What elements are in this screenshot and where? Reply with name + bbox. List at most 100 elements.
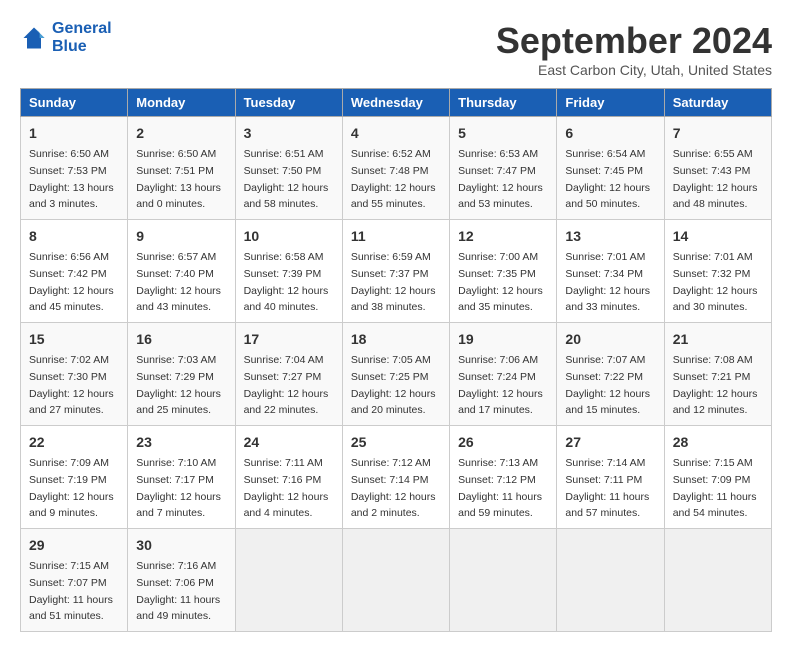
day-cell: 22 Sunrise: 7:09 AMSunset: 7:19 PMDayligh… [21, 426, 128, 529]
sunrise-info: Sunrise: 7:12 AMSunset: 7:14 PMDaylight:… [351, 457, 436, 519]
sunrise-info: Sunrise: 7:07 AMSunset: 7:22 PMDaylight:… [565, 354, 650, 416]
day-number: 8 [29, 226, 119, 247]
sunrise-info: Sunrise: 6:59 AMSunset: 7:37 PMDaylight:… [351, 251, 436, 313]
day-number: 28 [673, 432, 763, 453]
header-cell-monday: Monday [128, 89, 235, 117]
sunrise-info: Sunrise: 6:56 AMSunset: 7:42 PMDaylight:… [29, 251, 114, 313]
day-cell [235, 529, 342, 632]
day-cell: 19 Sunrise: 7:06 AMSunset: 7:24 PMDayligh… [450, 323, 557, 426]
day-cell: 3 Sunrise: 6:51 AMSunset: 7:50 PMDaylight… [235, 117, 342, 220]
day-number: 27 [565, 432, 655, 453]
day-cell: 24 Sunrise: 7:11 AMSunset: 7:16 PMDayligh… [235, 426, 342, 529]
day-number: 3 [244, 123, 334, 144]
day-number: 17 [244, 329, 334, 350]
day-cell: 17 Sunrise: 7:04 AMSunset: 7:27 PMDayligh… [235, 323, 342, 426]
sunrise-info: Sunrise: 7:16 AMSunset: 7:06 PMDaylight:… [136, 560, 220, 622]
day-number: 23 [136, 432, 226, 453]
day-cell: 30 Sunrise: 7:16 AMSunset: 7:06 PMDayligh… [128, 529, 235, 632]
day-number: 22 [29, 432, 119, 453]
day-cell: 4 Sunrise: 6:52 AMSunset: 7:48 PMDaylight… [342, 117, 449, 220]
day-number: 19 [458, 329, 548, 350]
day-cell: 7 Sunrise: 6:55 AMSunset: 7:43 PMDaylight… [664, 117, 771, 220]
sunrise-info: Sunrise: 6:57 AMSunset: 7:40 PMDaylight:… [136, 251, 221, 313]
day-cell: 26Sunrise: 7:13 AMSunset: 7:12 PMDayligh… [450, 426, 557, 529]
page-header: General Blue September 2024 East Carbon … [20, 20, 772, 78]
week-row-1: 1Sunrise: 6:50 AMSunset: 7:53 PMDaylight… [21, 117, 772, 220]
sunrise-info: Sunrise: 7:10 AMSunset: 7:17 PMDaylight:… [136, 457, 221, 519]
day-cell: 29 Sunrise: 7:15 AMSunset: 7:07 PMDayligh… [21, 529, 128, 632]
day-cell: 11 Sunrise: 6:59 AMSunset: 7:37 PMDayligh… [342, 220, 449, 323]
day-number: 30 [136, 535, 226, 556]
sunrise-info: Sunrise: 6:55 AMSunset: 7:43 PMDaylight:… [673, 148, 758, 210]
calendar-table: SundayMondayTuesdayWednesdayThursdayFrid… [20, 88, 772, 632]
day-cell: 20 Sunrise: 7:07 AMSunset: 7:22 PMDayligh… [557, 323, 664, 426]
day-number: 13 [565, 226, 655, 247]
day-number: 20 [565, 329, 655, 350]
logo: General Blue [20, 20, 112, 55]
day-cell: 10Sunrise: 6:58 AMSunset: 7:39 PMDayligh… [235, 220, 342, 323]
day-cell: 8 Sunrise: 6:56 AMSunset: 7:42 PMDaylight… [21, 220, 128, 323]
day-number: 29 [29, 535, 119, 556]
day-number: 9 [136, 226, 226, 247]
day-number: 10 [244, 226, 334, 247]
logo-text-blue: Blue [52, 38, 87, 55]
day-number: 21 [673, 329, 763, 350]
sunrise-info: Sunrise: 6:51 AMSunset: 7:50 PMDaylight:… [244, 148, 329, 210]
sunrise-info: Sunrise: 7:14 AMSunset: 7:11 PMDaylight:… [565, 457, 649, 519]
day-number: 2 [136, 123, 226, 144]
day-cell: 13 Sunrise: 7:01 AMSunset: 7:34 PMDayligh… [557, 220, 664, 323]
calendar-body: 1Sunrise: 6:50 AMSunset: 7:53 PMDaylight… [21, 117, 772, 632]
day-number: 16 [136, 329, 226, 350]
sunrise-info: Sunrise: 7:15 AMSunset: 7:09 PMDaylight:… [673, 457, 757, 519]
day-number: 14 [673, 226, 763, 247]
day-cell: 27 Sunrise: 7:14 AMSunset: 7:11 PMDayligh… [557, 426, 664, 529]
day-cell: 2Sunrise: 6:50 AMSunset: 7:51 PMDaylight… [128, 117, 235, 220]
day-number: 12 [458, 226, 548, 247]
week-row-5: 29 Sunrise: 7:15 AMSunset: 7:07 PMDayligh… [21, 529, 772, 632]
calendar-header: SundayMondayTuesdayWednesdayThursdayFrid… [21, 89, 772, 117]
sunrise-info: Sunrise: 6:52 AMSunset: 7:48 PMDaylight:… [351, 148, 436, 210]
day-cell: 18 Sunrise: 7:05 AMSunset: 7:25 PMDayligh… [342, 323, 449, 426]
sunrise-info: Sunrise: 7:09 AMSunset: 7:19 PMDaylight:… [29, 457, 114, 519]
header-cell-tuesday: Tuesday [235, 89, 342, 117]
sunrise-info: Sunrise: 7:06 AMSunset: 7:24 PMDaylight:… [458, 354, 543, 416]
sunrise-info: Sunrise: 7:01 AMSunset: 7:32 PMDaylight:… [673, 251, 758, 313]
logo-text-general: General [52, 20, 112, 37]
sunrise-info: Sunrise: 7:11 AMSunset: 7:16 PMDaylight:… [244, 457, 329, 519]
sunrise-info: Sunrise: 7:01 AMSunset: 7:34 PMDaylight:… [565, 251, 650, 313]
sunrise-info: Sunrise: 7:13 AMSunset: 7:12 PMDaylight:… [458, 457, 542, 519]
day-cell [664, 529, 771, 632]
sunrise-info: Sunrise: 6:53 AMSunset: 7:47 PMDaylight:… [458, 148, 543, 210]
day-cell [342, 529, 449, 632]
header-cell-wednesday: Wednesday [342, 89, 449, 117]
sunrise-info: Sunrise: 7:00 AMSunset: 7:35 PMDaylight:… [458, 251, 543, 313]
sunrise-info: Sunrise: 7:08 AMSunset: 7:21 PMDaylight:… [673, 354, 758, 416]
day-cell: 15Sunrise: 7:02 AMSunset: 7:30 PMDayligh… [21, 323, 128, 426]
day-number: 18 [351, 329, 441, 350]
day-number: 11 [351, 226, 441, 247]
day-cell: 28 Sunrise: 7:15 AMSunset: 7:09 PMDayligh… [664, 426, 771, 529]
day-cell: 25Sunrise: 7:12 AMSunset: 7:14 PMDayligh… [342, 426, 449, 529]
day-number: 24 [244, 432, 334, 453]
header-row: SundayMondayTuesdayWednesdayThursdayFrid… [21, 89, 772, 117]
day-number: 5 [458, 123, 548, 144]
sunrise-info: Sunrise: 7:05 AMSunset: 7:25 PMDaylight:… [351, 354, 436, 416]
month-title: September 2024 [496, 20, 772, 62]
day-cell: 6Sunrise: 6:54 AMSunset: 7:45 PMDaylight… [557, 117, 664, 220]
sunrise-info: Sunrise: 7:15 AMSunset: 7:07 PMDaylight:… [29, 560, 113, 622]
sunrise-info: Sunrise: 6:50 AMSunset: 7:53 PMDaylight:… [29, 148, 114, 210]
logo-text: General Blue [52, 20, 112, 55]
day-cell [557, 529, 664, 632]
header-cell-friday: Friday [557, 89, 664, 117]
week-row-3: 15Sunrise: 7:02 AMSunset: 7:30 PMDayligh… [21, 323, 772, 426]
day-number: 4 [351, 123, 441, 144]
day-number: 7 [673, 123, 763, 144]
sunrise-info: Sunrise: 7:04 AMSunset: 7:27 PMDaylight:… [244, 354, 329, 416]
logo-icon [20, 24, 48, 52]
header-cell-sunday: Sunday [21, 89, 128, 117]
day-cell: 9 Sunrise: 6:57 AMSunset: 7:40 PMDaylight… [128, 220, 235, 323]
week-row-4: 22 Sunrise: 7:09 AMSunset: 7:19 PMDayligh… [21, 426, 772, 529]
day-cell: 12 Sunrise: 7:00 AMSunset: 7:35 PMDayligh… [450, 220, 557, 323]
location-subtitle: East Carbon City, Utah, United States [496, 62, 772, 78]
day-cell: 5 Sunrise: 6:53 AMSunset: 7:47 PMDaylight… [450, 117, 557, 220]
